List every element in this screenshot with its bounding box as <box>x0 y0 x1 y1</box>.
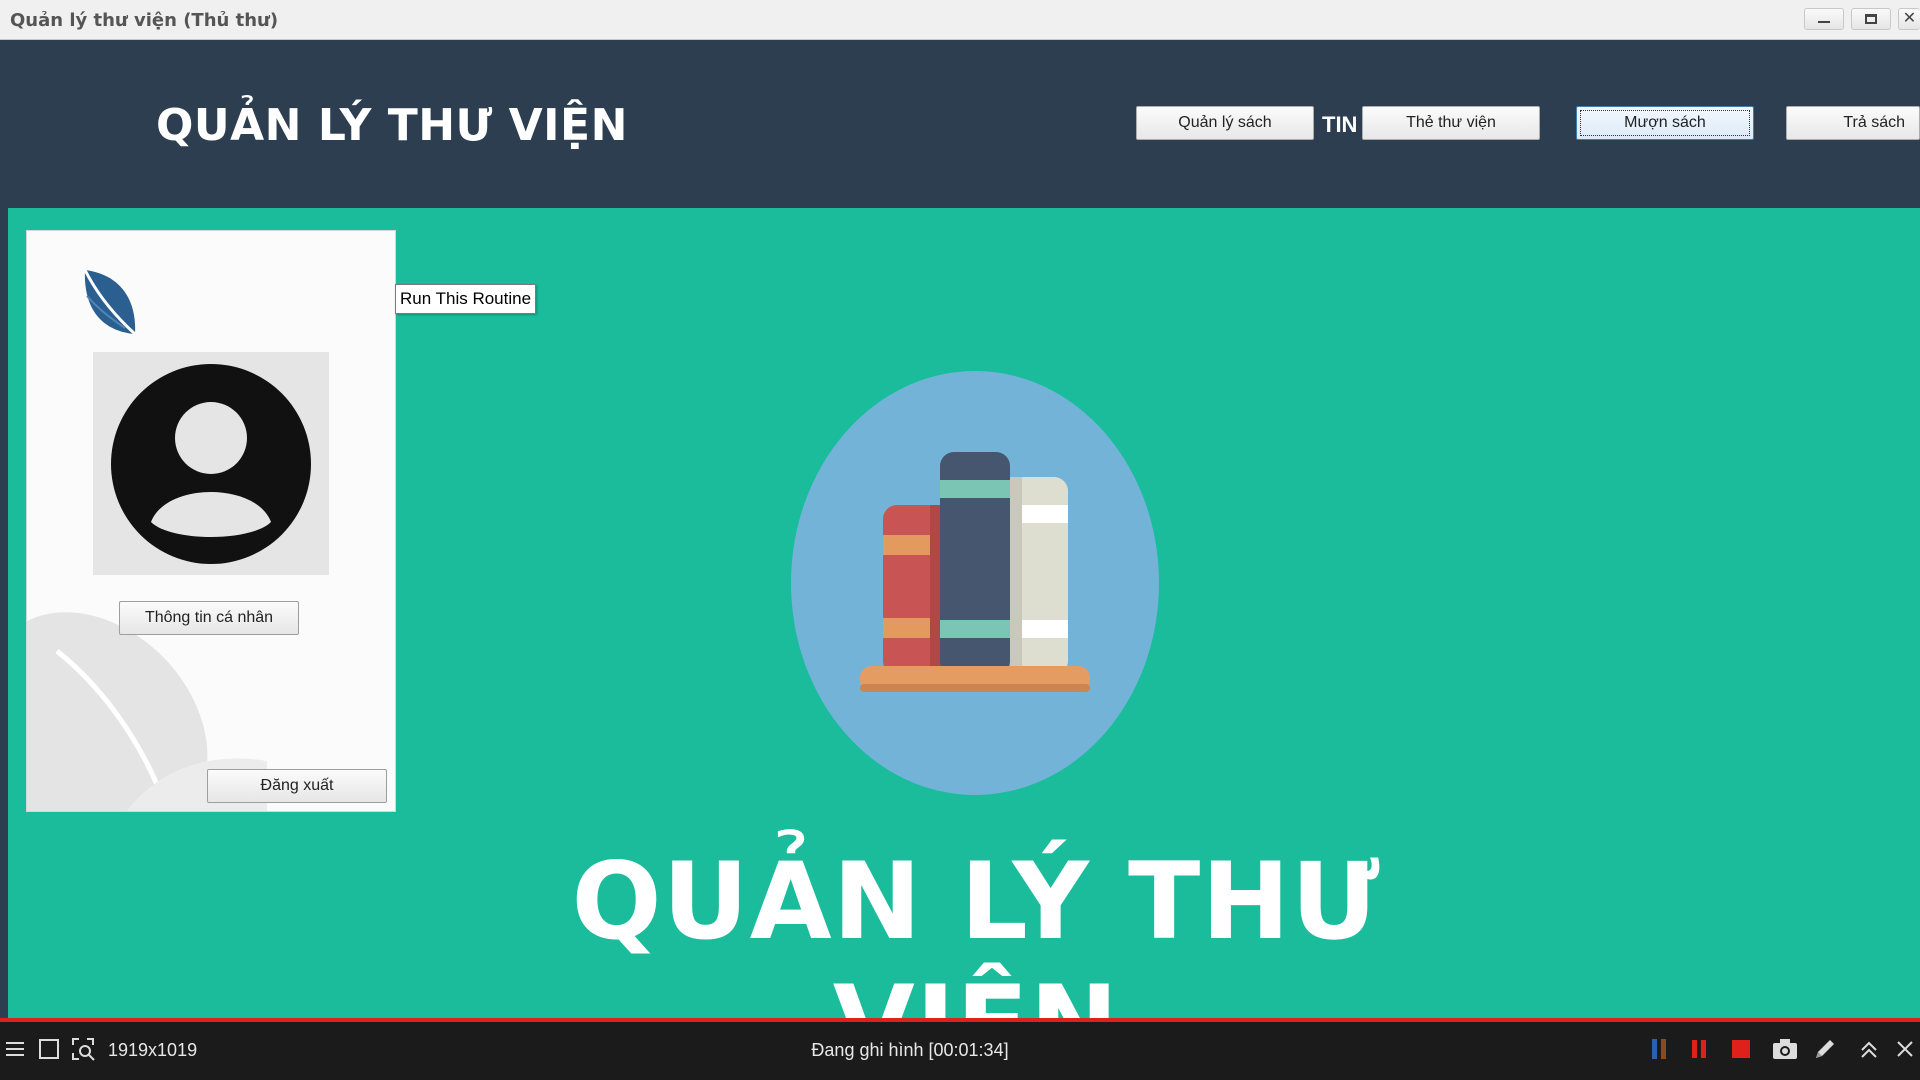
camera-icon[interactable] <box>1772 1036 1798 1062</box>
recording-resolution: 1919x1019 <box>108 1040 198 1060</box>
window-titlebar: Quản lý thư viện (Thủ thư) ✕ <box>0 0 1920 40</box>
window-border <box>0 40 8 1018</box>
focus-rectangle <box>1580 110 1750 136</box>
partial-label: TIN <box>1322 112 1358 137</box>
close-icon[interactable] <box>1892 1036 1918 1062</box>
menu-icon[interactable] <box>2 1036 28 1062</box>
region-icon[interactable] <box>36 1036 62 1062</box>
close-button[interactable]: ✕ <box>1898 8 1920 30</box>
collapse-icon[interactable] <box>1856 1036 1882 1062</box>
maximize-icon <box>1865 14 1877 24</box>
user-avatar-icon <box>111 363 311 564</box>
books-on-shelf-icon <box>791 371 1159 795</box>
avatar <box>93 352 329 575</box>
nav-return-book-button[interactable]: Trả sách <box>1786 106 1920 140</box>
profile-button[interactable]: Thông tin cá nhân <box>119 601 299 635</box>
app-header: QUẢN LÝ THƯ VIỆN Quản lý sách TIN Thẻ th… <box>8 40 1920 208</box>
nav-library-card-button[interactable]: Thẻ thư viện <box>1362 106 1540 140</box>
audio-level-icon <box>1648 1036 1674 1062</box>
recording-status: Đang ghi hình [00:01:34] <box>811 1040 1009 1060</box>
maximize-button[interactable] <box>1851 8 1891 30</box>
user-panel: Thông tin cá nhân Đăng xuất <box>26 230 396 812</box>
pause-icon[interactable] <box>1686 1036 1712 1062</box>
minimize-icon <box>1818 21 1830 23</box>
minimize-button[interactable] <box>1804 8 1844 30</box>
zoom-icon[interactable] <box>70 1036 96 1062</box>
nav-borrow-book-button[interactable]: Mượn sách <box>1576 106 1754 140</box>
nav-book-management-button[interactable]: Quản lý sách <box>1136 106 1314 140</box>
close-icon: ✕ <box>1902 10 1917 27</box>
stop-icon[interactable] <box>1728 1036 1754 1062</box>
screen-recorder-bar: 1919x1019 Đang ghi hình [00:01:34] <box>0 1022 1920 1080</box>
pen-icon[interactable] <box>1812 1036 1838 1062</box>
tooltip: Run This Routine <box>395 284 537 314</box>
window-title: Quản lý thư viện (Thủ thư) <box>10 10 279 31</box>
app-title: QUẢN LÝ THƯ VIỆN <box>156 100 628 151</box>
logout-button[interactable]: Đăng xuất <box>207 769 387 803</box>
leaf-icon <box>83 269 137 336</box>
app-window: Quản lý thư viện (Thủ thư) ✕ QUẢN LÝ THƯ… <box>0 0 1920 1080</box>
